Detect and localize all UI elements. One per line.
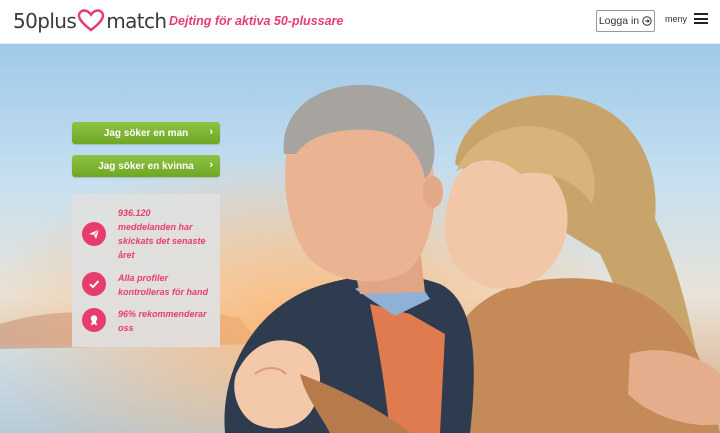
menu-button[interactable]: meny (665, 13, 709, 24)
login-arrow-icon (642, 16, 652, 26)
paper-plane-icon (82, 222, 106, 246)
stat-verified: Alla profiler kontrolleras för hand (82, 271, 210, 299)
login-label: Logga in (598, 15, 640, 27)
stat-messages-text: 936.120 meddelanden har skickats det sen… (118, 208, 206, 260)
logo-text-left: 50plus (13, 9, 77, 33)
logo[interactable]: 50plus match (13, 8, 167, 34)
search-woman-label: Jag söker en kvinna (98, 160, 194, 172)
logo-text-right: match (106, 9, 167, 33)
stats-info-box: 936.120 meddelanden har skickats det sen… (72, 194, 220, 347)
hamburger-icon (694, 13, 709, 24)
heart-logo-icon (78, 9, 105, 32)
search-man-button[interactable]: Jag söker en man › (72, 122, 220, 144)
stat-messages: 936.120 meddelanden har skickats det sen… (82, 206, 210, 262)
checkmark-icon (82, 272, 106, 296)
tagline: Dejting för aktiva 50-plussare (169, 14, 344, 28)
award-ribbon-icon (82, 308, 106, 332)
login-button[interactable]: Logga in (596, 10, 655, 32)
hero-section: Jag söker en man › Jag söker en kvinna ›… (0, 44, 720, 433)
stat-recommend: 96% rekommenderar oss (82, 307, 210, 335)
stat-verified-text: Alla profiler kontrolleras för hand (118, 273, 209, 297)
search-woman-button[interactable]: Jag söker en kvinna › (72, 155, 220, 177)
chevron-right-icon: › (209, 126, 213, 138)
site-header: 50plus match Dejting för aktiva 50-pluss… (0, 0, 720, 44)
chevron-right-icon: › (209, 159, 213, 171)
menu-label: meny (665, 13, 688, 24)
search-man-label: Jag söker en man (103, 127, 189, 139)
stat-recommend-text: 96% rekommenderar oss (118, 309, 207, 333)
